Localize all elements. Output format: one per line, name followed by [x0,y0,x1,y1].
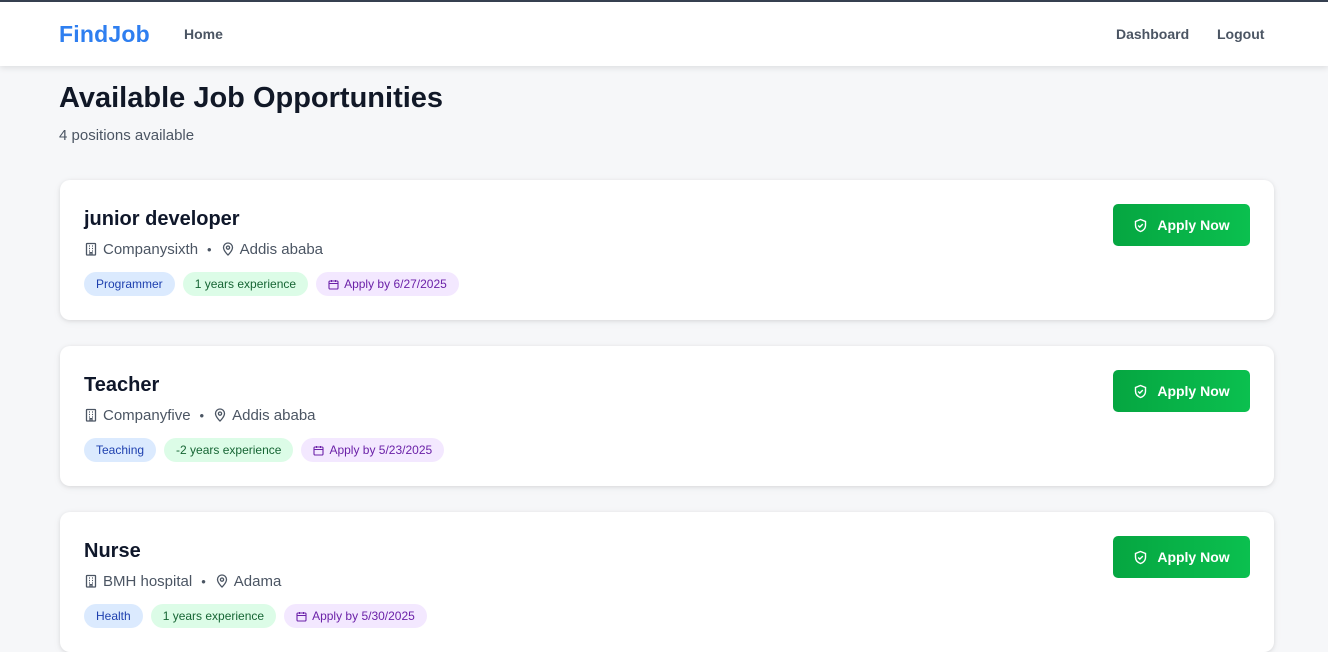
shield-check-icon [1135,218,1147,232]
apply-now-label: Apply Now [1157,549,1230,565]
category-tag: Health [84,604,143,628]
deadline-tag: Apply by 6/27/2025 [316,272,459,296]
page-title: Available Job Opportunities [59,82,444,114]
map-pin-icon [213,408,227,422]
job-location: Adama [233,572,282,590]
job-title: Teacher [84,374,160,396]
map-pin-icon [221,242,235,256]
job-meta: BMH hospital • Adama [84,571,281,591]
job-card: Nurse BMH hospital • Adama Health 1 year… [60,512,1274,652]
deadline-tag: Apply by 5/23/2025 [301,438,445,462]
company-name: BMH hospital [103,572,193,590]
nav-home-link[interactable]: Home [184,26,223,42]
job-location: Addis ababa [239,240,324,258]
deadline-text: Apply by 5/30/2025 [312,609,415,623]
apply-now-label: Apply Now [1157,217,1230,233]
experience-tag: 1 years experience [150,604,277,628]
building-icon [84,574,98,588]
category-tag: Teaching [84,438,157,462]
apply-now-button[interactable]: Apply Now [1113,370,1250,412]
job-tags: Teaching -2 years experience Apply by 5/… [84,438,445,462]
building-icon [84,408,98,422]
nav-logout-link[interactable]: Logout [1217,26,1264,42]
experience-tag: -2 years experience [164,438,294,462]
apply-now-button[interactable]: Apply Now [1113,536,1250,578]
job-tags: Programmer 1 years experience Apply by 6… [84,272,459,296]
calendar-icon [296,611,307,622]
building-icon [84,242,98,256]
positions-count: 4 positions available [59,127,195,144]
brand-logo[interactable]: FindJob [59,21,150,48]
job-card: junior developer Companysixth • Addis ab… [60,180,1274,320]
company-name: Companysixth [103,240,199,258]
job-title: junior developer [84,208,240,230]
navbar: FindJob Home Dashboard Logout [0,2,1328,66]
map-pin-icon [215,574,229,588]
nav-dashboard-link[interactable]: Dashboard [1116,26,1189,42]
calendar-icon [328,279,339,290]
job-meta: Companysixth • Addis ababa [84,239,323,259]
calendar-icon [313,445,324,456]
deadline-text: Apply by 5/23/2025 [329,443,433,457]
job-tags: Health 1 years experience Apply by 5/30/… [84,604,427,628]
experience-tag: 1 years experience [182,272,309,296]
apply-now-button[interactable]: Apply Now [1113,204,1250,246]
category-tag: Programmer [84,272,175,296]
job-title: Nurse [84,540,141,562]
shield-check-icon [1135,550,1147,564]
deadline-tag: Apply by 5/30/2025 [284,604,427,628]
meta-separator: • [207,241,212,257]
deadline-text: Apply by 6/27/2025 [344,277,447,291]
job-meta: Companyfive • Addis ababa [84,405,316,425]
company-name: Companyfive [103,406,191,424]
meta-separator: • [199,407,205,423]
shield-check-icon [1135,384,1147,398]
job-card: Teacher Companyfive • Addis ababa Teachi… [60,346,1274,486]
job-location: Addis ababa [232,406,316,424]
apply-now-label: Apply Now [1157,383,1230,399]
meta-separator: • [201,573,206,589]
